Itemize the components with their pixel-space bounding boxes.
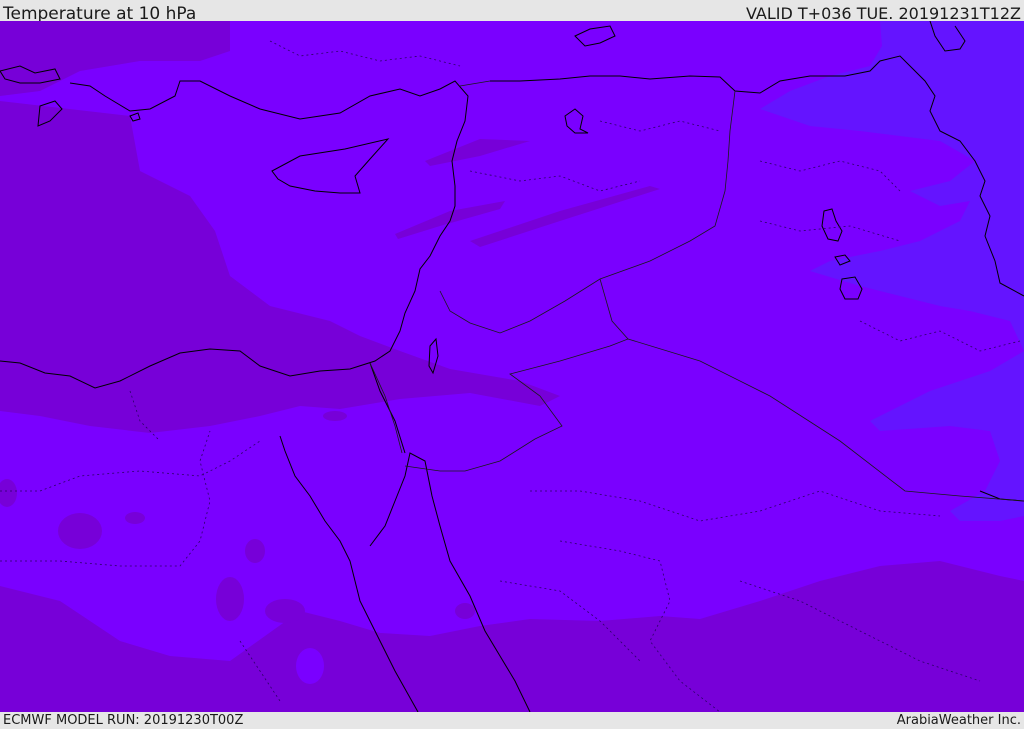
warm-blob-1 — [58, 513, 102, 549]
warm-blob-8 — [455, 603, 475, 619]
temperature-map-svg — [0, 21, 1024, 712]
header-bar: Temperature at 10 hPa VALID T+036 TUE. 2… — [0, 0, 1024, 24]
model-run-label: ECMWF MODEL RUN: 20191230T00Z — [3, 713, 244, 728]
warm-blob-7 — [323, 411, 347, 421]
footer-bar: ECMWF MODEL RUN: 20191230T00Z ArabiaWeat… — [0, 712, 1024, 729]
credit-label: ArabiaWeather Inc. — [896, 713, 1021, 728]
weather-map — [0, 21, 1024, 712]
warm-blob-9 — [296, 648, 324, 684]
warm-blob-5 — [216, 577, 244, 621]
warm-blob-4 — [245, 539, 265, 563]
warm-blob-3 — [125, 512, 145, 524]
warm-blob-2 — [265, 599, 305, 623]
